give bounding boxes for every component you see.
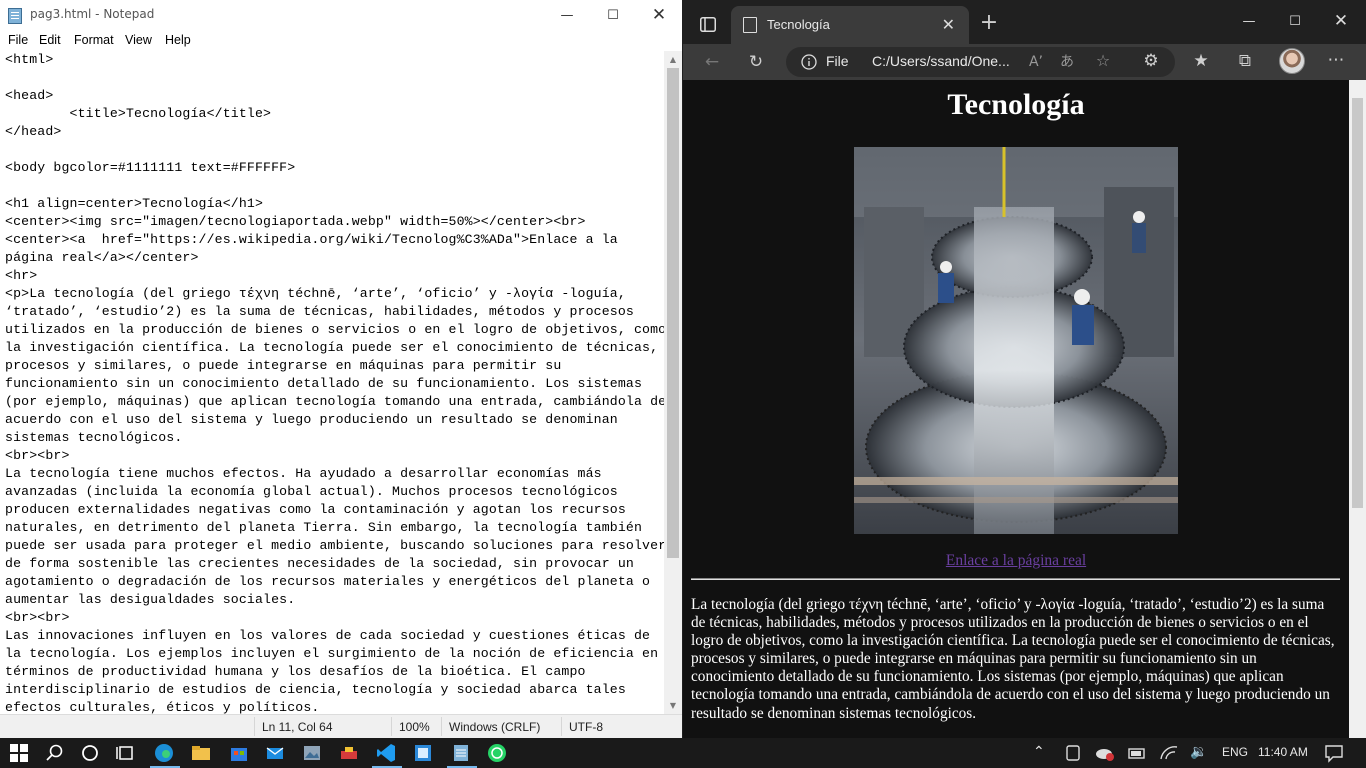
menu-help[interactable]: Help — [165, 33, 191, 47]
page-paragraph: La tecnología (del griego τέχνη téchnē, … — [691, 596, 1335, 722]
notepad-title: pag3.html - Notepad — [30, 7, 155, 21]
browser-scroll-thumb[interactable] — [1352, 98, 1363, 508]
page-icon — [743, 17, 757, 33]
scroll-down-icon[interactable]: ▼ — [664, 697, 682, 714]
notepad-menu-bar: File Edit Format View Help — [0, 31, 682, 51]
notepad-status-bar: Ln 11, Col 64 100% Windows (CRLF) UTF-8 — [0, 714, 682, 738]
notepad-window: pag3.html - Notepad — ☐ ✕ File Edit Form… — [0, 0, 682, 738]
status-line-ending: Windows (CRLF) — [449, 720, 541, 734]
more-options-icon[interactable]: ⋯ — [1324, 50, 1348, 70]
technology-turbine-image — [854, 147, 1178, 534]
tab-tecnologia[interactable]: Tecnología ✕ — [731, 6, 969, 44]
notifications-icon[interactable] — [1324, 743, 1344, 763]
favorites-icon[interactable]: ★ — [1189, 51, 1213, 71]
translate-icon[interactable]: あ — [1055, 52, 1079, 72]
info-icon[interactable] — [801, 54, 817, 70]
address-url: C:/Users/ssand/One... — [872, 53, 1010, 69]
edge-browser-window: Tecnología ✕ + — ☐ ✕ ← ↻ File C:/Users/s… — [683, 0, 1366, 738]
status-encoding: UTF-8 — [569, 720, 603, 734]
new-tab-icon[interactable]: + — [977, 12, 1001, 34]
menu-format[interactable]: Format — [74, 33, 114, 47]
extensions-icon[interactable]: ⚙ — [1139, 51, 1163, 71]
page-heading: Tecnología — [947, 88, 1085, 121]
browser-close-icon[interactable]: ✕ — [1318, 6, 1364, 37]
edge-icon[interactable] — [154, 743, 174, 763]
onedrive-error-icon[interactable] — [1095, 743, 1115, 763]
refresh-icon[interactable]: ↻ — [744, 52, 768, 72]
wifi-icon[interactable] — [1159, 743, 1179, 763]
notepad-taskbar-icon[interactable] — [451, 743, 471, 763]
cortana-icon[interactable] — [80, 743, 100, 763]
battery-icon[interactable] — [1127, 743, 1147, 763]
minimize-icon[interactable]: — — [544, 0, 590, 31]
tab-title: Tecnología — [767, 17, 830, 32]
maximize-icon[interactable]: ☐ — [590, 0, 636, 31]
address-bar[interactable]: File C:/Users/ssand/One... A’ あ ☆ — [786, 47, 1175, 77]
address-scheme: File — [826, 53, 849, 69]
back-icon[interactable]: ← — [700, 52, 724, 72]
menu-file[interactable]: File — [8, 33, 28, 47]
scroll-up-icon[interactable]: ▲ — [664, 51, 682, 68]
browser-maximize-icon[interactable]: ☐ — [1272, 6, 1318, 37]
browser-minimize-icon[interactable]: — — [1226, 6, 1272, 37]
file-explorer-icon[interactable] — [191, 743, 211, 763]
profile-avatar[interactable] — [1279, 48, 1305, 74]
search-icon[interactable] — [45, 743, 65, 763]
menu-view[interactable]: View — [125, 33, 152, 47]
notepad-app-icon — [8, 8, 22, 24]
external-page-link[interactable]: Enlace a la página real — [683, 552, 1349, 570]
browser-toolbar: ← ↻ File C:/Users/ssand/One... A’ あ ☆ ⚙ … — [683, 44, 1366, 80]
language-indicator[interactable]: ENG — [1222, 745, 1248, 759]
tab-actions-icon[interactable] — [700, 17, 716, 32]
photos-icon[interactable] — [302, 743, 322, 763]
clock[interactable]: 11:40 AM — [1258, 745, 1308, 759]
status-zoom: 100% — [399, 720, 430, 734]
read-aloud-icon[interactable]: A’ — [1024, 52, 1048, 72]
task-view-icon[interactable] — [116, 743, 136, 763]
paint-icon[interactable] — [413, 743, 433, 763]
mail-icon[interactable] — [265, 743, 285, 763]
notepad-text-area[interactable]: <html> <head> <title>Tecnología</title> … — [0, 51, 664, 714]
notepad-content: <html> <head> <title>Tecnología</title> … — [5, 52, 664, 714]
notepad-title-bar[interactable]: pag3.html - Notepad — ☐ ✕ — [0, 0, 682, 31]
web-page: Tecnología Enlace a la página real La te… — [683, 80, 1349, 738]
notepad-vertical-scrollbar[interactable]: ▲ ▼ — [664, 51, 682, 714]
tab-close-icon[interactable]: ✕ — [942, 15, 955, 34]
volume-icon[interactable]: 🔉 — [1190, 743, 1207, 760]
vscode-icon[interactable] — [376, 743, 396, 763]
meet-now-icon[interactable] — [1063, 743, 1083, 763]
browser-vertical-scrollbar[interactable] — [1349, 80, 1366, 738]
collections-icon[interactable]: ⧉ — [1233, 51, 1257, 71]
show-hidden-icons-icon[interactable]: ⌃ — [1033, 743, 1045, 760]
windows-taskbar: ⌃ 🔉 ENG 11:40 AM — [0, 738, 1366, 768]
horizontal-rule — [691, 578, 1340, 580]
browser-tab-bar: Tecnología ✕ + — ☐ ✕ — [683, 0, 1366, 44]
store-icon[interactable] — [229, 743, 249, 763]
windows-start-icon[interactable] — [9, 743, 29, 763]
status-position: Ln 11, Col 64 — [262, 720, 333, 734]
app-palette-icon[interactable] — [339, 743, 359, 763]
close-icon[interactable]: ✕ — [636, 0, 682, 31]
menu-edit[interactable]: Edit — [39, 33, 61, 47]
whatsapp-icon[interactable] — [487, 743, 507, 763]
scroll-thumb[interactable] — [667, 68, 679, 558]
add-favorite-icon[interactable]: ☆ — [1091, 51, 1115, 71]
